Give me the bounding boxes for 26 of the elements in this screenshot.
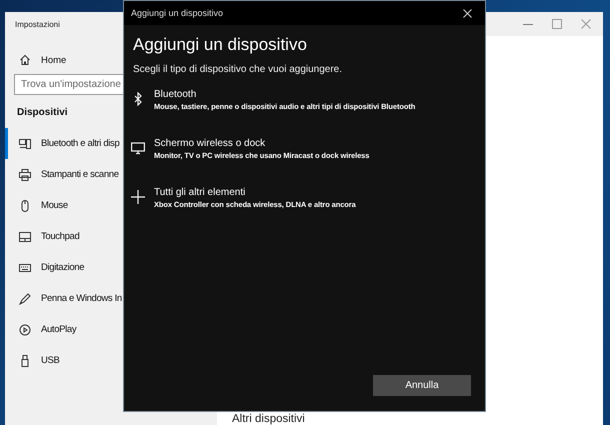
sidebar-item[interactable]: Penna e Windows In: [5, 283, 217, 314]
home-icon: [19, 54, 31, 66]
sidebar-item[interactable]: Touchpad: [5, 221, 217, 252]
pen-icon: [19, 292, 31, 304]
usb-icon: [19, 354, 31, 366]
printer-icon: [19, 168, 31, 180]
window-title: Impostazioni: [15, 20, 60, 28]
close-icon[interactable]: [463, 8, 472, 18]
sidebar-item[interactable]: AutoPlay: [5, 314, 217, 345]
plus-icon: [131, 190, 145, 204]
display-icon: [131, 141, 145, 155]
option-title: Tutti gli altri elementi: [154, 187, 246, 198]
keyboard-icon: [19, 262, 31, 274]
section-heading: Dispositivi: [17, 107, 68, 118]
mouse-icon: [19, 200, 31, 212]
dialog-title: Aggiungi un dispositivo: [131, 8, 224, 18]
dialog-subtitle: Scegli il tipo di dispositivo che vuoi aggiungere.: [133, 64, 344, 75]
sidebar-item[interactable]: USB: [5, 345, 217, 376]
autoplay-icon: [19, 324, 31, 336]
cancel-button[interactable]: Annulla: [373, 375, 471, 396]
maximize-icon[interactable]: [552, 19, 562, 29]
devices-icon: [19, 138, 31, 150]
dialog-heading: Aggiungi un dispositivo: [133, 35, 308, 55]
touchpad-icon: [19, 230, 31, 242]
sidebar-item[interactable]: Digitazione: [5, 252, 217, 283]
section-heading: Altri dispositivi: [231, 413, 306, 425]
